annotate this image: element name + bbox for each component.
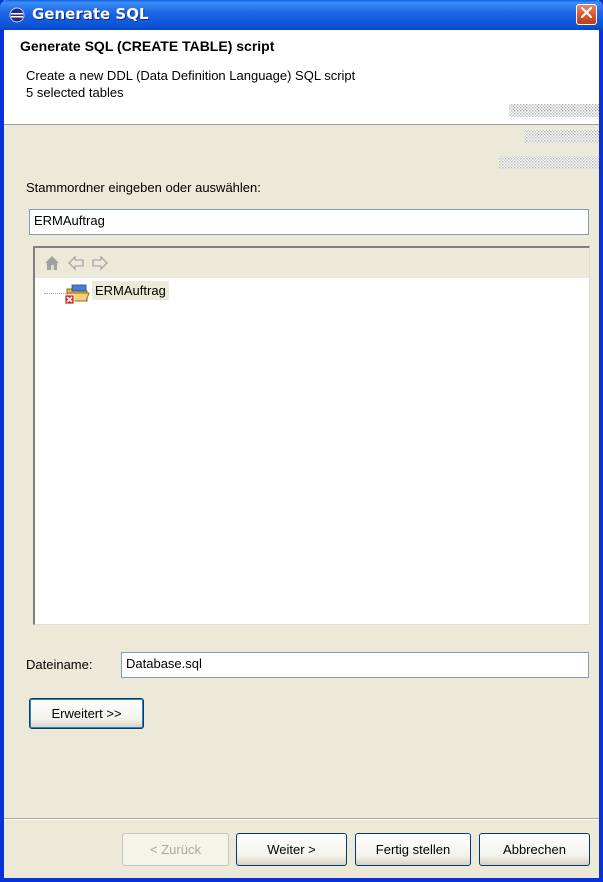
next-button[interactable]: Weiter >: [236, 833, 347, 866]
project-folder-icon: [64, 283, 90, 305]
wizard-title: Generate SQL (CREATE TABLE) script: [20, 38, 275, 54]
tree-toolbar: [35, 248, 589, 278]
filename-input[interactable]: Database.sql: [121, 652, 589, 678]
home-icon[interactable]: [43, 254, 61, 272]
description-line: Create a new DDL (Data Definition Langua…: [26, 68, 356, 83]
back-arrow-icon[interactable]: [67, 254, 85, 272]
folder-label: Stammordner eingeben oder auswählen:: [26, 180, 261, 195]
wizard-banner-icon: [499, 104, 599, 174]
close-icon: [580, 6, 593, 22]
wizard-description: Create a new DDL (Data Definition Langua…: [26, 67, 355, 101]
eclipse-app-icon: [8, 7, 26, 23]
button-separator: [4, 818, 599, 820]
folder-tree[interactable]: [33, 246, 590, 625]
back-button[interactable]: < Zurück: [122, 833, 229, 866]
folder-input[interactable]: ERMAuftrag: [29, 209, 589, 235]
forward-arrow-icon[interactable]: [91, 254, 109, 272]
finish-button[interactable]: Fertig stellen: [355, 833, 471, 866]
cancel-button[interactable]: Abbrechen: [479, 833, 590, 866]
selection-count: 5 selected tables: [26, 85, 124, 100]
close-button[interactable]: [576, 4, 597, 25]
tree-item-ermauftrag[interactable]: ERMAuftrag: [92, 281, 169, 300]
generate-sql-dialog: Generate SQL Generate SQL (CREATE TABLE)…: [0, 0, 603, 882]
window-title: Generate SQL: [32, 5, 149, 23]
advanced-button[interactable]: Erweitert >>: [29, 698, 144, 729]
filename-label: Dateiname:: [26, 657, 93, 672]
tree-connector: [44, 293, 66, 294]
title-bar[interactable]: Generate SQL: [0, 0, 603, 30]
